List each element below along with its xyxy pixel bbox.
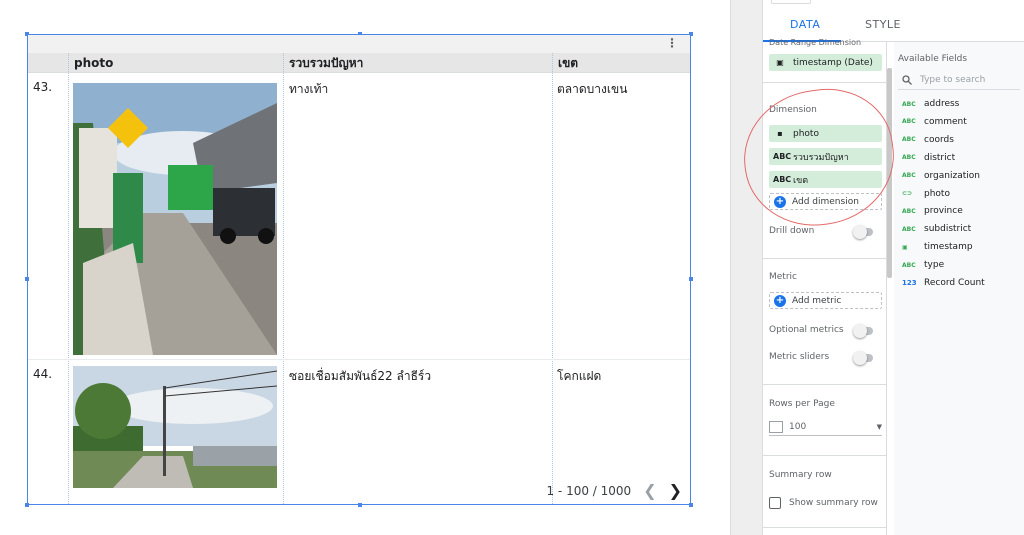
panel-top-input[interactable] bbox=[771, 0, 811, 4]
table-header: photo รวบรวมปัญหา เขต bbox=[28, 53, 690, 73]
dropdown-arrow-icon: ▼ bbox=[876, 422, 882, 431]
field-type-icon: ABC bbox=[902, 118, 916, 126]
available-field[interactable]: ABC district bbox=[902, 153, 955, 163]
section-divider bbox=[763, 527, 887, 528]
table-row[interactable]: 43. ทางเท้า ตลาดบางเขน bbox=[28, 74, 690, 360]
row-number: 43. bbox=[33, 80, 53, 94]
row-number: 44. bbox=[33, 367, 53, 381]
field-name: photo bbox=[924, 188, 950, 199]
add-metric-label: Add metric bbox=[792, 295, 842, 306]
field-name: coords bbox=[924, 134, 954, 145]
checkbox[interactable] bbox=[769, 497, 781, 509]
rows-per-page-label: Rows per Page bbox=[769, 399, 835, 409]
available-fields-title: Available Fields bbox=[898, 54, 968, 64]
drill-down-label: Drill down bbox=[769, 226, 815, 236]
field-name: district bbox=[924, 152, 956, 163]
problem-cell: ทางเท้า bbox=[289, 82, 329, 96]
report-canvas: ⋮ photo รวบรวมปัญหา เขต 43. ทางเท้า ตลาด… bbox=[0, 0, 730, 535]
photo-image bbox=[73, 366, 277, 488]
column-header-district[interactable]: เขต bbox=[552, 53, 578, 73]
link-icon: ⊂⊃ bbox=[902, 190, 913, 197]
field-name: Record Count bbox=[924, 278, 985, 288]
available-field[interactable]: ABC comment bbox=[902, 117, 967, 127]
field-type-icon: ABC bbox=[902, 136, 916, 144]
section-divider bbox=[763, 455, 887, 456]
field-type-icon: ABC bbox=[902, 225, 916, 233]
district-cell: โคกแฝด bbox=[557, 369, 602, 383]
search-placeholder: Type to search bbox=[920, 74, 986, 85]
field-name: province bbox=[924, 206, 963, 217]
tab-data[interactable]: DATA bbox=[790, 18, 820, 31]
field-name: type bbox=[924, 260, 945, 271]
field-name: organization bbox=[924, 170, 980, 181]
field-name: subdistrict bbox=[924, 224, 972, 235]
show-summary-row[interactable]: Show summary row bbox=[769, 497, 878, 509]
date-range-chip[interactable]: ▣ timestamp (Date) bbox=[769, 54, 882, 71]
field-type-icon: 123 bbox=[902, 279, 917, 287]
metric-label: Metric bbox=[769, 272, 797, 282]
chart-header-bar: ⋮ bbox=[28, 35, 690, 53]
rows-per-page-select[interactable]: 100 ▼ bbox=[769, 418, 882, 436]
available-field[interactable]: ABC address bbox=[902, 99, 959, 109]
tab-style[interactable]: STYLE bbox=[865, 18, 901, 31]
field-type-icon: ABC bbox=[902, 261, 916, 269]
date-range-value: timestamp (Date) bbox=[793, 57, 873, 68]
photo-image bbox=[73, 83, 277, 355]
available-field[interactable]: 123 Record Count bbox=[902, 278, 985, 288]
table-chart[interactable]: ⋮ photo รวบรวมปัญหา เขต 43. ทางเท้า ตลาด… bbox=[25, 32, 693, 507]
available-field[interactable]: ABC coords bbox=[902, 135, 954, 145]
summary-row-label: Summary row bbox=[769, 470, 832, 480]
optional-metrics-toggle[interactable] bbox=[853, 324, 873, 338]
column-header-problem[interactable]: รวบรวมปัญหา bbox=[283, 53, 363, 73]
section-divider bbox=[763, 384, 887, 385]
field-name: address bbox=[924, 99, 960, 109]
date-range-label: Date Range Dimension bbox=[769, 38, 862, 47]
field-type-icon: ABC bbox=[902, 172, 916, 180]
add-metric-button[interactable]: + Add metric bbox=[769, 292, 882, 309]
table-icon bbox=[769, 420, 783, 433]
available-fields-panel: Available Fields Type to search ABC addre… bbox=[894, 42, 1024, 535]
field-type-icon: ABC bbox=[902, 154, 916, 162]
available-field[interactable]: ABC organization bbox=[902, 171, 980, 181]
properties-panel: DATA STYLE Date Range Dimension ▣ timest… bbox=[762, 0, 1024, 535]
field-type-icon: ABC bbox=[902, 207, 916, 215]
chevron-right-icon[interactable]: ❯ bbox=[669, 481, 682, 500]
section-divider bbox=[763, 82, 887, 83]
district-cell: ตลาดบางเขน bbox=[557, 82, 628, 96]
field-type-icon: ABC bbox=[902, 100, 916, 108]
column-header-photo[interactable]: photo bbox=[68, 53, 113, 73]
chevron-left-icon[interactable]: ❮ bbox=[643, 481, 656, 500]
available-field[interactable]: ⊂⊃ photo bbox=[902, 189, 950, 199]
show-summary-row-label: Show summary row bbox=[789, 498, 878, 508]
available-field[interactable]: ABC type bbox=[902, 260, 944, 270]
available-field[interactable]: ABC subdistrict bbox=[902, 224, 971, 234]
problem-cell: ซอยเชื่อมสัมพันธ์22 ลำธีร์ว bbox=[289, 369, 432, 383]
pagination-range: 1 - 100 / 1000 bbox=[546, 483, 632, 498]
panel-divider bbox=[730, 0, 762, 535]
drill-down-toggle[interactable] bbox=[853, 225, 873, 239]
metric-sliders-toggle[interactable] bbox=[853, 351, 873, 365]
metric-sliders-label: Metric sliders bbox=[769, 352, 830, 362]
field-search[interactable]: Type to search bbox=[898, 70, 1020, 90]
optional-metrics-label: Optional metrics bbox=[769, 325, 844, 335]
plus-icon: + bbox=[774, 294, 786, 307]
search-icon bbox=[902, 74, 912, 85]
available-field[interactable]: ▣ timestamp bbox=[902, 242, 973, 252]
section-divider bbox=[763, 258, 887, 259]
calendar-icon: ▣ bbox=[776, 58, 784, 67]
rows-per-page-value: 100 bbox=[789, 421, 807, 432]
more-vert-icon[interactable]: ⋮ bbox=[666, 36, 678, 50]
field-name: comment bbox=[924, 116, 967, 127]
field-name: timestamp bbox=[924, 242, 973, 253]
available-field[interactable]: ABC province bbox=[902, 206, 963, 216]
pagination: 1 - 100 / 1000 ❮ ❯ bbox=[546, 481, 682, 500]
calendar-icon: ▣ bbox=[902, 243, 908, 251]
